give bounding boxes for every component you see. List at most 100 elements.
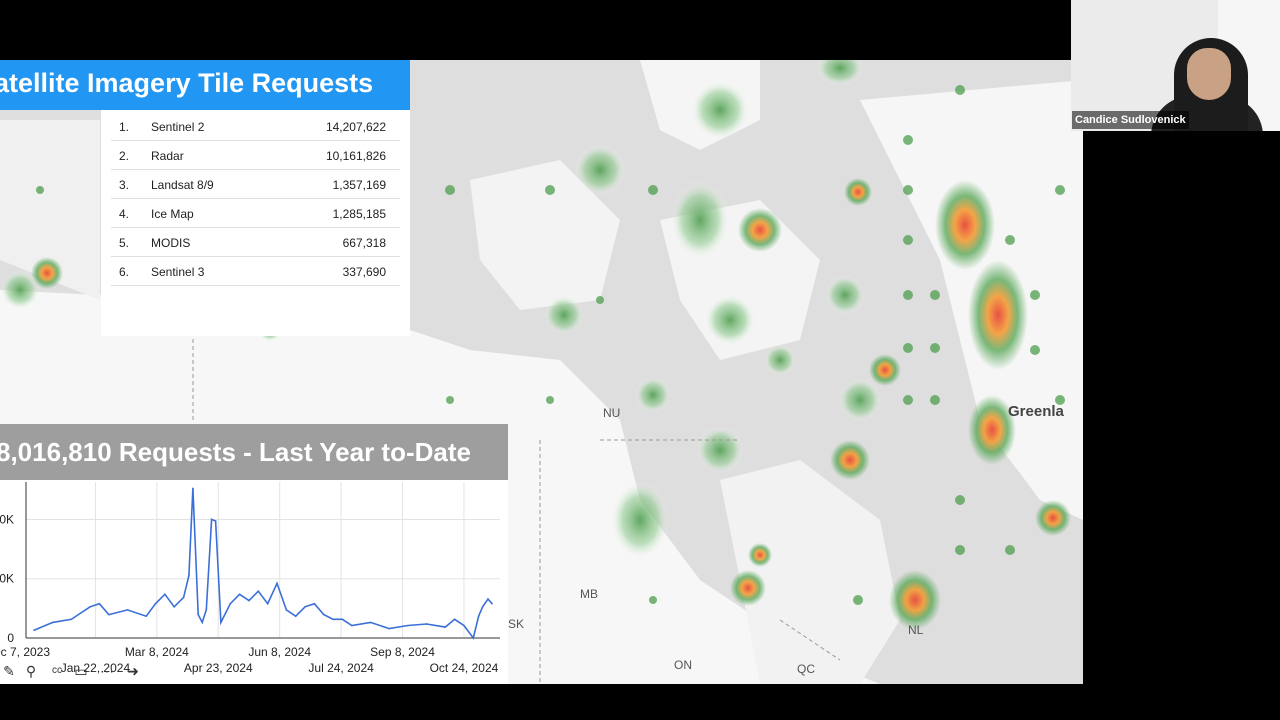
map-label-mb: MB: [580, 587, 598, 601]
data-point: [341, 618, 344, 621]
data-point: [472, 637, 475, 639]
data-point: [192, 487, 194, 490]
line-chart: 0 0K 0K ec 7, 2023 Mar 8, 2024 Jun 8, 2024 Sep…: [0, 482, 500, 675]
data-point: [214, 520, 217, 522]
y-tick-label: 0K: [0, 572, 14, 586]
map-label-on: ON: [674, 658, 692, 672]
slide-toolbar: ✎ ⚲ cc ▭ ⋯ ➜: [0, 660, 150, 682]
map-label-nu: NU: [603, 406, 621, 420]
data-point: [477, 615, 480, 617]
data-point: [463, 624, 465, 627]
data-point: [229, 602, 232, 605]
x-tick-label: ec 7, 2023: [0, 645, 50, 659]
webcam-tile: Candice Sudlovenick: [1071, 0, 1280, 131]
toolbar-icon[interactable]: ▭: [72, 662, 90, 680]
rank-value: 1,285,185: [332, 207, 386, 221]
data-point: [145, 615, 147, 617]
map-label-nl: NL: [908, 623, 924, 637]
data-point: [332, 618, 334, 621]
data-point: [89, 606, 91, 608]
data-point: [220, 621, 222, 624]
data-point: [388, 627, 390, 630]
data-point: [205, 609, 208, 611]
data-point: [182, 596, 185, 599]
rank-number: 6.: [119, 265, 130, 279]
pencil-icon[interactable]: ✎: [0, 662, 18, 680]
rank-number: 3.: [119, 178, 130, 192]
rank-number: 2.: [119, 149, 130, 163]
participant-face: [1187, 48, 1231, 100]
search-icon[interactable]: ⚲: [22, 662, 40, 680]
presentation-slide: NU Greenla MB SK NL ON QC atellite Image…: [0, 60, 1083, 684]
series-line: [33, 488, 493, 640]
rank-name: Sentinel 3: [151, 265, 205, 279]
x-tick-label: Sep 8, 2024: [370, 645, 435, 659]
data-point: [304, 606, 306, 608]
rank-name: Ice Map: [151, 207, 194, 221]
data-point: [294, 615, 297, 617]
rank-value: 1,357,169: [332, 178, 386, 192]
rank-name: Landsat 8/9: [151, 178, 214, 192]
rank-number: 4.: [119, 207, 130, 221]
map-label-qc: QC: [797, 662, 815, 676]
data-point: [425, 623, 428, 625]
table-row: 4. Ice Map 1,285,185: [111, 199, 400, 228]
rank-value: 10,161,826: [325, 149, 386, 163]
data-point: [126, 609, 129, 611]
data-point: [173, 606, 176, 608]
participant-name: Candice Sudlovenick: [1072, 111, 1189, 129]
data-point: [164, 593, 166, 596]
x-tick-label: Mar 8, 2024: [125, 645, 189, 659]
rank-name: MODIS: [151, 236, 191, 250]
data-point: [313, 602, 316, 605]
data-point: [154, 602, 157, 605]
slide-title: atellite Imagery Tile Requests: [0, 60, 410, 110]
next-icon[interactable]: ➜: [124, 662, 142, 680]
table-row: 5. MODIS 667,318: [111, 228, 400, 257]
data-point: [453, 618, 456, 621]
x-tick-label: Oct 24, 2024: [430, 661, 499, 675]
x-tick-label: Jun 8, 2024: [248, 645, 311, 659]
map-label-sk: SK: [508, 617, 525, 631]
rank-number: 5.: [119, 236, 130, 250]
data-point: [188, 574, 190, 577]
data-point: [266, 602, 269, 605]
data-point: [197, 613, 200, 616]
data-point: [369, 621, 372, 624]
data-point: [350, 624, 353, 627]
data-point: [70, 618, 73, 621]
data-point: [444, 626, 447, 628]
ranking-table: 1. Sentinel 2 14,207,622 2. Radar 10,161…: [101, 110, 410, 336]
data-point: [248, 599, 250, 602]
more-icon[interactable]: ⋯: [98, 662, 116, 680]
map-label-greenland: Greenla: [1008, 403, 1064, 420]
data-point: [487, 598, 489, 600]
requests-chart: 0 0K 0K ec 7, 2023 Mar 8, 2024 Jun 8, 2024 Sep…: [0, 480, 508, 684]
data-point: [210, 518, 213, 521]
table-row: 6. Sentinel 3 337,690: [111, 257, 400, 286]
table-row: 2. Radar 10,161,826: [111, 141, 400, 170]
y-tick-label: 0: [7, 631, 14, 645]
data-point: [322, 613, 325, 616]
data-point: [276, 582, 278, 585]
y-tick-label: 0K: [0, 512, 14, 526]
data-point: [481, 606, 484, 608]
data-point: [238, 593, 241, 596]
requests-title: 8,016,810 Requests - Last Year to-Date: [0, 424, 508, 480]
rank-number: 1.: [119, 120, 130, 134]
data-point: [51, 621, 54, 624]
cc-icon[interactable]: cc: [48, 662, 66, 680]
rank-name: Radar: [151, 149, 184, 163]
table-row: 3. Landsat 8/9 1,357,169: [111, 170, 400, 199]
rank-value: 14,207,622: [325, 120, 386, 134]
table-row: 1. Sentinel 2 14,207,622: [111, 112, 400, 141]
rank-value: 337,690: [342, 265, 386, 279]
data-point: [107, 613, 110, 616]
rank-value: 667,318: [342, 236, 386, 250]
data-point: [98, 602, 101, 605]
data-point: [491, 602, 493, 605]
data-point: [33, 629, 35, 631]
data-point: [285, 609, 288, 611]
data-point: [201, 621, 204, 624]
x-tick-label: Apr 23, 2024: [184, 661, 253, 675]
